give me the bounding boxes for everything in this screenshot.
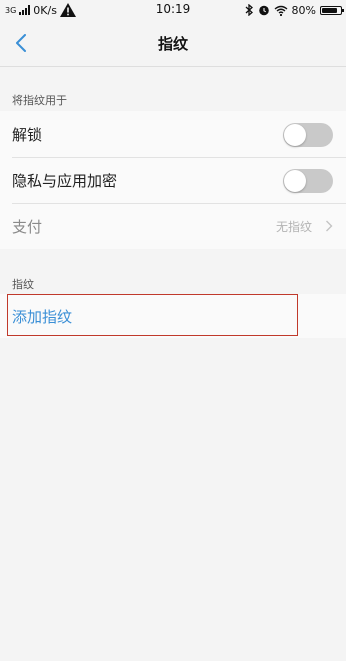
status-bar: 3G 0K/s 10:19 80% bbox=[0, 0, 346, 20]
battery-icon bbox=[320, 5, 344, 15]
privacy-label: 隐私与应用加密 bbox=[12, 171, 118, 190]
fingerprint-group: 添加指纹 bbox=[0, 294, 346, 338]
add-fingerprint-row[interactable]: 添加指纹 bbox=[0, 294, 346, 338]
section-header-usage: 将指纹用于 bbox=[12, 94, 67, 107]
unlock-label: 解锁 bbox=[12, 125, 43, 144]
nav-bar: 指纹 bbox=[0, 20, 346, 67]
alarm-icon bbox=[258, 5, 269, 16]
usage-group: 解锁 隐私与应用加密 支付 无指纹 bbox=[0, 111, 346, 249]
privacy-row[interactable]: 隐私与应用加密 bbox=[0, 157, 346, 203]
bluetooth-icon bbox=[245, 4, 253, 16]
unlock-toggle[interactable] bbox=[283, 123, 333, 147]
chevron-right-icon bbox=[326, 220, 333, 232]
privacy-toggle[interactable] bbox=[283, 169, 333, 193]
wifi-icon bbox=[274, 5, 287, 16]
page-title: 指纹 bbox=[157, 35, 188, 53]
unlock-row[interactable]: 解锁 bbox=[0, 111, 346, 157]
status-right: 80% bbox=[245, 3, 344, 17]
payment-value: 无指纹 bbox=[275, 219, 312, 234]
section-header-fingerprint: 指纹 bbox=[12, 278, 34, 291]
battery-percent: 80% bbox=[291, 3, 316, 17]
payment-row[interactable]: 支付 无指纹 bbox=[0, 203, 346, 249]
add-fingerprint-label: 添加指纹 bbox=[12, 307, 73, 326]
payment-label: 支付 bbox=[12, 217, 43, 236]
